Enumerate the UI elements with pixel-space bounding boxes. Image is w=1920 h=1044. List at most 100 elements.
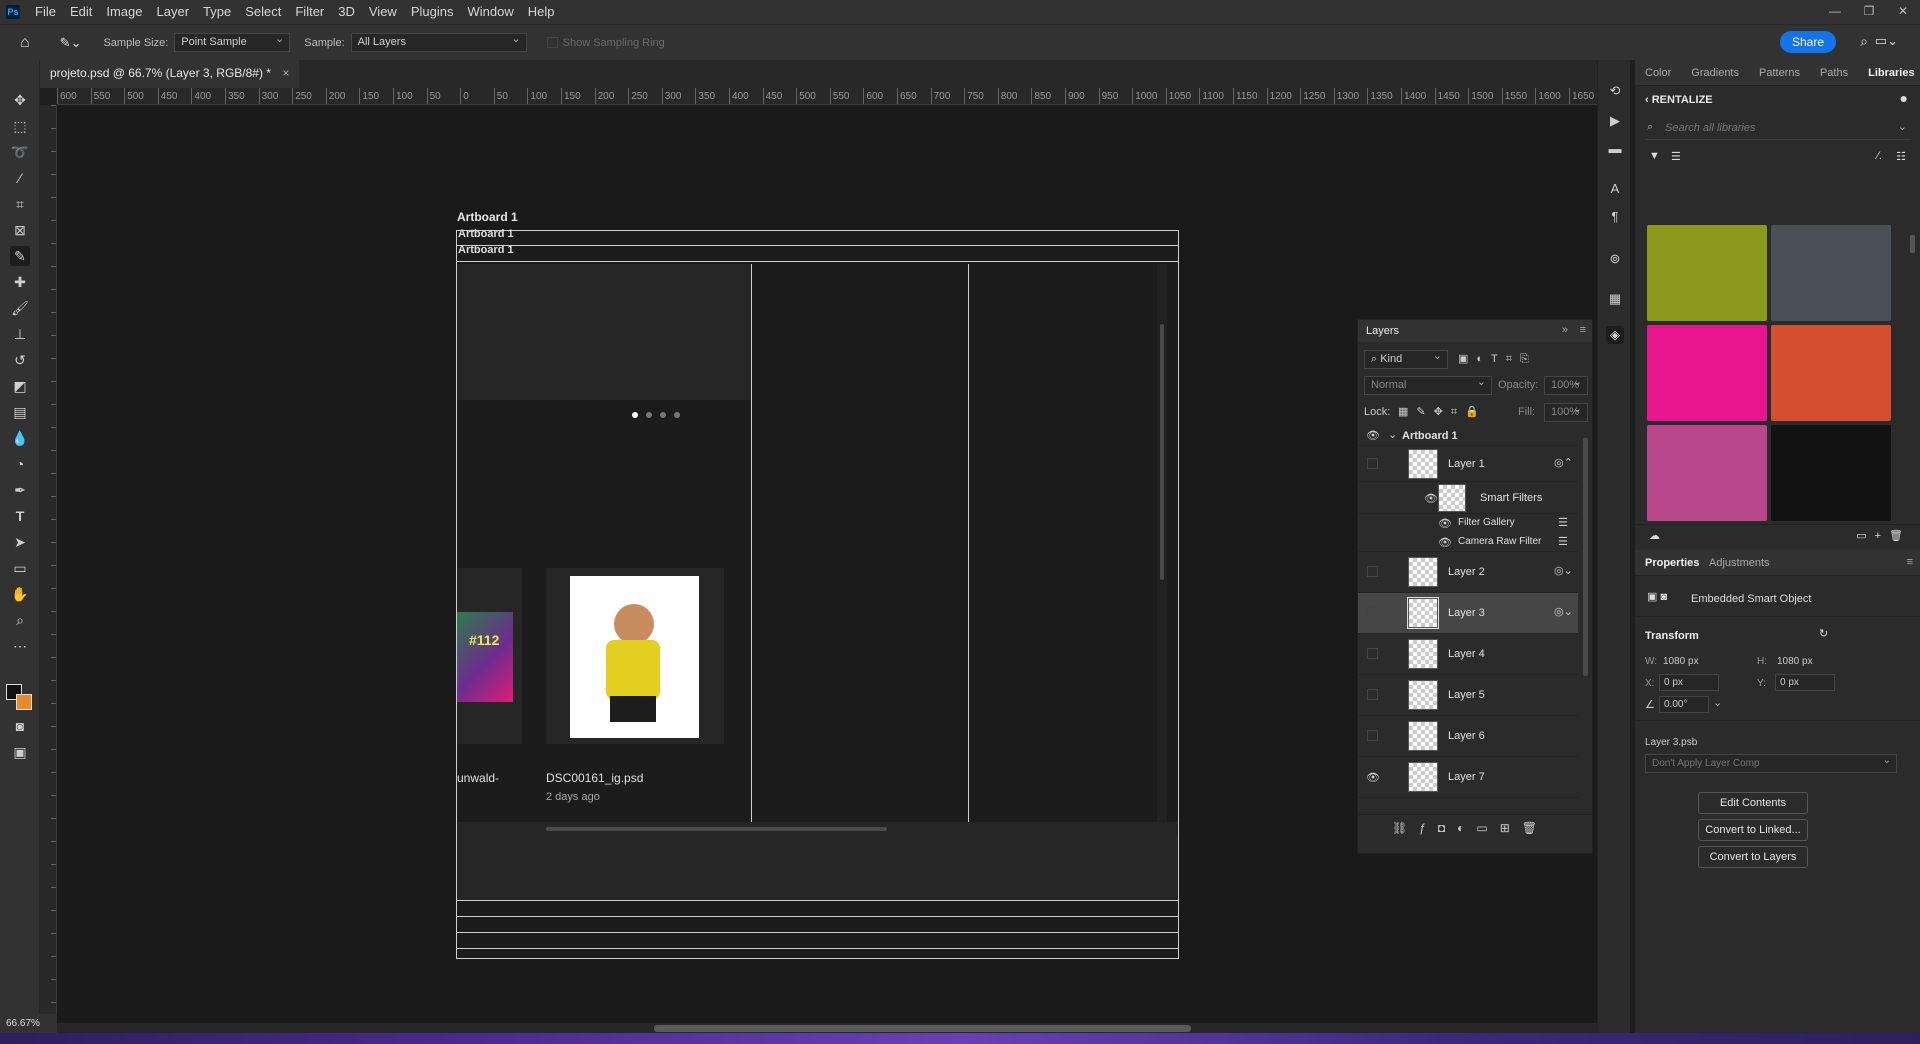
visibility-toggle[interactable] — [1367, 566, 1378, 577]
visibility-eye-icon[interactable]: 👁 — [1438, 517, 1452, 530]
library-color-swatch[interactable] — [1647, 225, 1767, 321]
document-tab[interactable]: projeto.psd @ 66.7% (Layer 3, RGB/8#) * … — [40, 60, 300, 88]
menu-view[interactable]: View — [362, 0, 404, 24]
visibility-toggle[interactable] — [1367, 648, 1378, 659]
lock-icons[interactable]: ▦✎✥⌗🔒 — [1398, 405, 1487, 419]
blur-tool-icon[interactable]: 💧 — [10, 428, 30, 448]
tab-properties[interactable]: Properties — [1645, 557, 1699, 569]
convert-to-layers-button[interactable]: Convert to Layers — [1698, 846, 1808, 868]
tab-adjustments[interactable]: Adjustments — [1709, 557, 1770, 569]
layer-row-smart-filters[interactable]: 👁 Smart Filters — [1358, 482, 1578, 514]
menu-3d[interactable]: 3D — [331, 0, 362, 24]
smart-filter-icon[interactable]: ◎⌃ — [1554, 456, 1573, 469]
history-icon[interactable]: ⟲ — [1606, 82, 1624, 100]
minimize-icon[interactable]: — — [1818, 0, 1852, 24]
pen-tool-icon[interactable]: ✒ — [10, 480, 30, 500]
character-icon[interactable]: A — [1606, 180, 1624, 198]
width-value[interactable]: 1080 px — [1663, 656, 1699, 667]
lasso-tool-icon[interactable]: ➰ — [10, 142, 30, 162]
menu-plugins[interactable]: Plugins — [404, 0, 461, 24]
panel-menu-icon[interactable]: ≡ — [1907, 556, 1913, 568]
menu-image[interactable]: Image — [99, 0, 149, 24]
library-color-swatch[interactable] — [1771, 225, 1891, 321]
type-tool-icon[interactable]: T — [10, 506, 30, 526]
menu-layer[interactable]: Layer — [150, 0, 197, 24]
layer-row[interactable]: 👁 Layer 7 — [1358, 757, 1578, 798]
smart-filter-icon[interactable]: ◎⌄ — [1554, 564, 1573, 577]
layer-comp-select[interactable]: Don't Apply Layer Comp — [1645, 752, 1897, 773]
filter-options-icon[interactable]: ☰ — [1558, 516, 1568, 529]
comments-icon[interactable]: ▬ — [1606, 140, 1624, 158]
menu-edit[interactable]: Edit — [63, 0, 99, 24]
menu-select[interactable]: Select — [238, 0, 288, 24]
library-user-icon[interactable]: ● — [1900, 90, 1908, 106]
close-icon[interactable]: ✕ — [1886, 0, 1920, 24]
expand-chevron-icon[interactable]: ⌄ — [1388, 428, 1397, 441]
hand-tool-icon[interactable]: ✋ — [10, 584, 30, 604]
layer-filter-select[interactable]: ⌕ Kind — [1364, 348, 1448, 369]
background-color-swatch[interactable] — [16, 694, 32, 710]
tab-libraries[interactable]: Libraries — [1858, 60, 1920, 86]
visibility-toggle[interactable] — [1367, 607, 1378, 618]
search-icon[interactable]: ⌕ — [1860, 33, 1868, 50]
library-footer-icons[interactable]: ▭+🗑 — [1856, 529, 1911, 542]
collapse-icon[interactable]: » — [1562, 324, 1568, 336]
move-tool-icon[interactable]: ✥ — [10, 90, 30, 110]
quick-mask-icon[interactable]: ◙ — [10, 716, 30, 736]
brush-tool-icon[interactable]: 🖌 — [10, 298, 30, 318]
visibility-toggle[interactable] — [1367, 730, 1378, 741]
magic-wand-tool-icon[interactable]: ⁄ — [10, 168, 30, 188]
library-breadcrumb[interactable]: ‹ RENTALIZE — [1645, 94, 1713, 106]
layer-row-selected[interactable]: Layer 3 ◎⌄ — [1358, 593, 1578, 634]
convert-to-linked-button[interactable]: Convert to Linked... — [1698, 819, 1808, 841]
layer-row[interactable]: Layer 2 ◎⌄ — [1358, 552, 1578, 593]
panel-menu-icon[interactable]: ≡ — [1580, 324, 1586, 336]
tab-color[interactable]: Color — [1635, 60, 1681, 86]
zoom-tool-icon[interactable]: ⌕ — [10, 610, 30, 630]
layer-row[interactable]: Layer 4 — [1358, 634, 1578, 675]
artboard-label[interactable]: Artboard 1 — [457, 210, 518, 224]
menu-file[interactable]: File — [28, 0, 63, 24]
sample-size-select[interactable]: Point Sample — [174, 31, 291, 52]
library-search-input[interactable]: Search all libraries — [1665, 122, 1755, 134]
x-field[interactable]: 0 px — [1659, 674, 1719, 691]
eraser-tool-icon[interactable]: ◩ — [10, 376, 30, 396]
gradient-tool-icon[interactable]: ▤ — [10, 402, 30, 422]
y-field[interactable]: 0 px — [1775, 674, 1835, 691]
eyedropper-preset-icon[interactable]: ✎⌄ — [60, 35, 82, 51]
group-icon[interactable]: ⁄. — [1877, 150, 1882, 162]
library-color-swatch[interactable] — [1647, 425, 1767, 521]
stamp-tool-icon[interactable]: ⊥ — [10, 324, 30, 344]
frame-tool-icon[interactable]: ⊠ — [10, 220, 30, 240]
workspace-icon[interactable]: ▭⌄ — [1875, 33, 1898, 49]
marquee-tool-icon[interactable]: ⬚ — [10, 116, 30, 136]
canvas-hscrollbar[interactable] — [57, 1023, 1597, 1033]
tab-patterns[interactable]: Patterns — [1749, 60, 1810, 86]
filter-options-icon[interactable]: ☰ — [1558, 535, 1568, 548]
library-scrollbar[interactable] — [1908, 225, 1916, 521]
share-button[interactable]: Share — [1779, 31, 1836, 53]
blend-mode-select[interactable]: Normal — [1364, 374, 1492, 395]
channels-icon[interactable]: ⊚ — [1606, 250, 1624, 268]
library-color-swatch[interactable] — [1647, 325, 1767, 421]
height-value[interactable]: 1080 px — [1777, 656, 1813, 667]
actions-play-icon[interactable]: ▶ — [1606, 112, 1624, 130]
chevron-down-icon[interactable]: ⌄ — [1713, 696, 1722, 709]
visibility-eye-icon[interactable]: 👁 — [1366, 771, 1380, 785]
edit-contents-button[interactable]: Edit Contents — [1698, 792, 1808, 814]
screen-mode-icon[interactable]: ▣ — [10, 742, 30, 762]
healing-brush-tool-icon[interactable]: ✚ — [10, 272, 30, 292]
close-tab-icon[interactable]: × — [282, 66, 289, 80]
library-search[interactable]: ⌕ Search all libraries ⌄ — [1645, 118, 1911, 140]
visibility-toggle[interactable] — [1367, 458, 1378, 469]
tab-gradients[interactable]: Gradients — [1681, 60, 1749, 86]
sample-select[interactable]: All Layers — [350, 31, 527, 52]
dodge-tool-icon[interactable]: ◔ — [10, 454, 30, 474]
opacity-field[interactable]: 100% — [1544, 374, 1588, 395]
list-view-icon[interactable]: ☷ — [1896, 150, 1906, 163]
artboard-scrollbar[interactable] — [1157, 264, 1167, 822]
layer-row-filter[interactable]: 👁 Filter Gallery ☰ — [1358, 514, 1578, 533]
layer-row-artboard[interactable]: 👁 ⌄ Artboard 1 — [1358, 426, 1578, 446]
artboard-hscrollbar[interactable] — [457, 822, 1177, 836]
crop-tool-icon[interactable]: ⌗ — [10, 194, 30, 214]
